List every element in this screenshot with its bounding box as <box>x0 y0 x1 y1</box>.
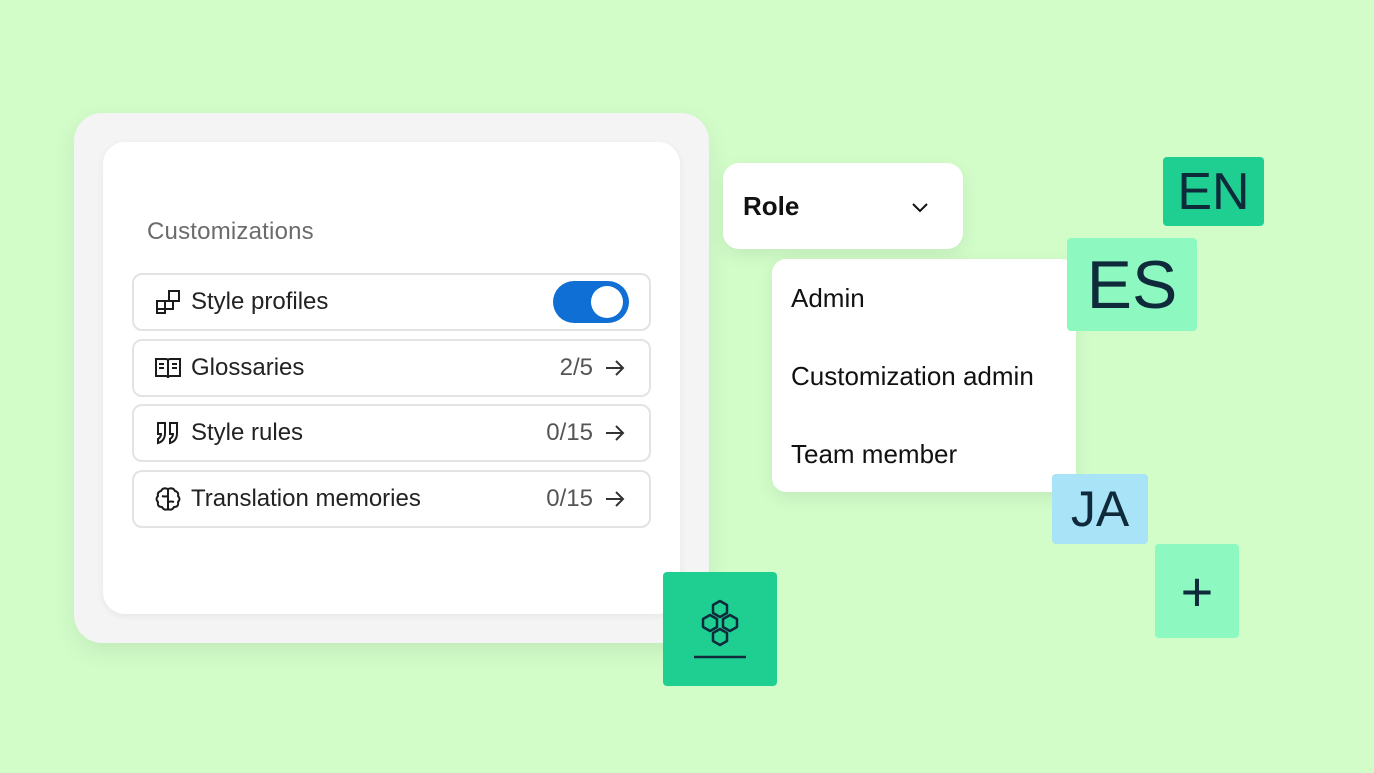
language-tile-es: ES <box>1067 238 1197 331</box>
arrow-right-icon <box>606 491 625 507</box>
language-tile-ja: JA <box>1052 474 1148 544</box>
style-rules-row[interactable]: Style rules 0/15 <box>132 404 651 462</box>
panel-title: Customizations <box>147 218 314 245</box>
role-option-customization-admin[interactable]: Customization admin <box>791 361 1034 392</box>
glossaries-row[interactable]: Glossaries 2/5 <box>132 339 651 397</box>
style-profiles-toggle[interactable] <box>553 281 629 323</box>
role-option-admin[interactable]: Admin <box>791 283 865 314</box>
translation-memories-count: 0/15 <box>546 485 593 512</box>
role-option-team-member[interactable]: Team member <box>791 439 957 470</box>
quote-icon <box>157 422 178 445</box>
style-rules-label: Style rules <box>191 419 304 446</box>
book-icon <box>155 358 181 379</box>
translation-memories-row[interactable]: Translation memories 0/15 <box>132 470 651 528</box>
arrow-right-icon <box>606 360 625 376</box>
role-menu: Admin Customization admin Team member <box>772 259 1076 492</box>
role-dropdown[interactable]: Role <box>723 163 963 249</box>
hexagon-tile <box>663 572 777 686</box>
brain-icon <box>155 487 181 511</box>
style-profiles-row[interactable]: Style profiles <box>132 273 651 331</box>
style-profiles-icon <box>156 290 180 314</box>
stage: Customizations Style profiles Glossaries… <box>0 0 1374 773</box>
language-tile-en: EN <box>1163 157 1264 226</box>
glossaries-label: Glossaries <box>191 354 305 381</box>
style-rules-count: 0/15 <box>546 419 593 446</box>
hexagon-cluster-icon <box>694 599 746 659</box>
glossaries-count: 2/5 <box>559 354 593 381</box>
translation-memories-label: Translation memories <box>191 485 421 512</box>
role-dropdown-label: Role <box>743 191 800 221</box>
toggle-knob <box>591 286 623 318</box>
arrow-right-icon <box>606 425 625 441</box>
plus-tile: + <box>1155 544 1239 638</box>
chevron-down-icon <box>912 203 928 213</box>
style-profiles-label: Style profiles <box>191 288 329 315</box>
